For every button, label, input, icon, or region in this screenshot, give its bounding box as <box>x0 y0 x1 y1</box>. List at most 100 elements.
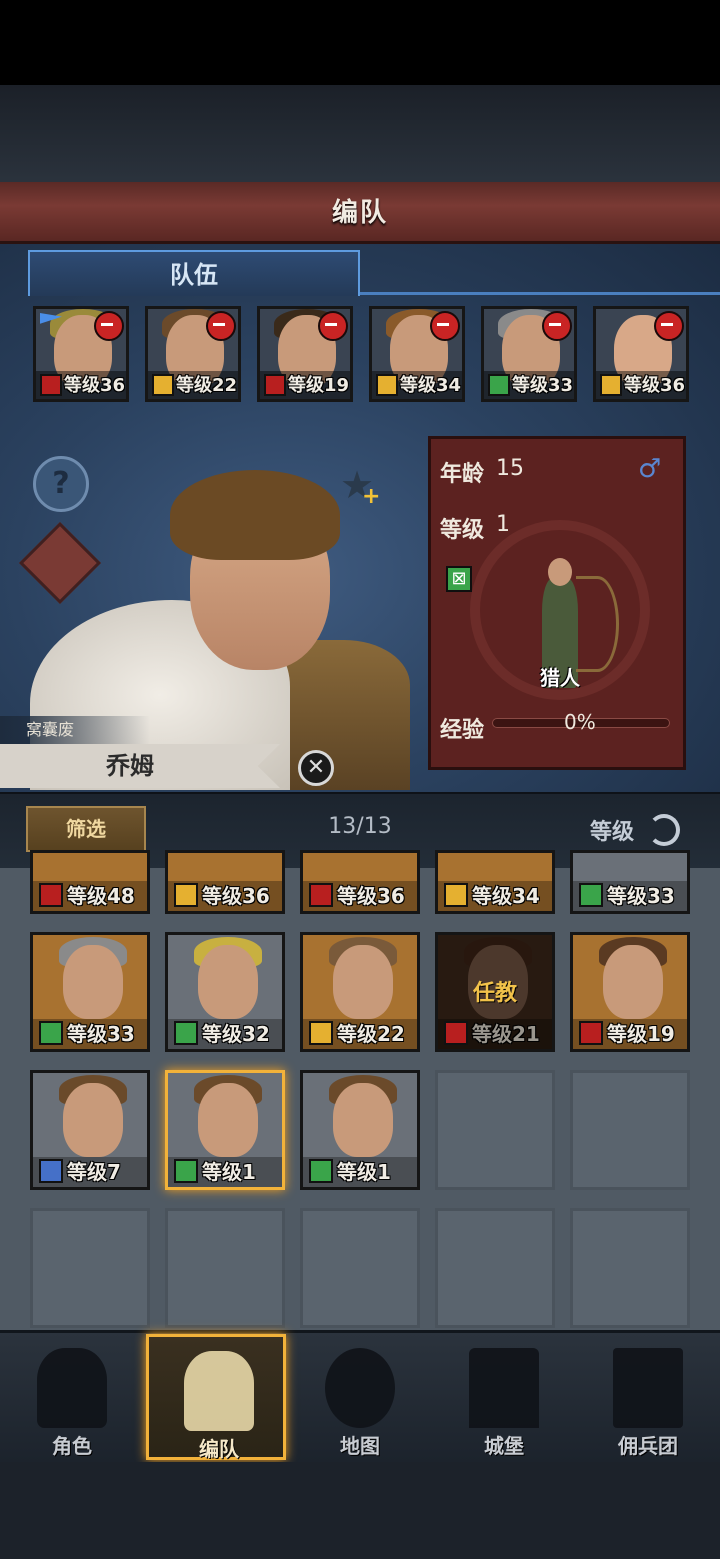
nav-mercenary[interactable]: 佣兵团 <box>578 1334 718 1460</box>
remove-icon[interactable] <box>94 311 124 341</box>
nav-label: 角色 <box>52 1434 92 1458</box>
dismiss-button[interactable]: ✕ <box>298 750 334 786</box>
help-button[interactable]: ? <box>33 456 89 512</box>
nav-map[interactable]: 地图 <box>290 1334 430 1460</box>
class-icon <box>39 1021 63 1045</box>
level-label: 等级 <box>440 518 485 543</box>
roster-card[interactable]: 等级1 <box>300 1070 420 1190</box>
roster-card[interactable]: 等级36 <box>300 850 420 914</box>
remove-icon[interactable] <box>542 311 572 341</box>
mission-status: 任教 <box>472 981 517 1006</box>
roster-card[interactable]: 等级7 <box>30 1070 150 1190</box>
roster-card[interactable]: 任教 等级21 <box>435 932 555 1052</box>
roster-card[interactable]: 等级34 <box>435 850 555 914</box>
team-slot[interactable]: 等级34 <box>369 306 465 402</box>
remove-icon[interactable] <box>206 311 236 341</box>
empty-slot <box>300 1208 420 1328</box>
team-slot[interactable]: 等级36 <box>33 306 129 402</box>
level-label: 等级22 <box>337 1022 405 1046</box>
class-icon <box>174 1021 198 1045</box>
team-slot[interactable]: 等级36 <box>593 306 689 402</box>
class-icon <box>579 1021 603 1045</box>
nav-label: 城堡 <box>484 1434 524 1458</box>
level-label: 等级21 <box>472 1022 540 1046</box>
hero-hair <box>170 470 340 560</box>
roster-card[interactable]: 等级19 <box>570 932 690 1052</box>
team-slot[interactable]: 等级22 <box>145 306 241 402</box>
empty-slot <box>30 1208 150 1328</box>
exp-value: 0% <box>564 710 596 734</box>
portrait <box>333 1083 393 1157</box>
class-icon <box>39 883 63 907</box>
level-label: 等级1 <box>337 1160 391 1184</box>
portrait <box>603 945 663 1019</box>
nav-formation[interactable]: 编队 <box>146 1334 286 1461</box>
level-label: 等级32 <box>202 1022 270 1046</box>
helmet-icon <box>184 1351 254 1431</box>
compass-icon <box>325 1348 395 1428</box>
class-icon <box>264 374 286 396</box>
level-label: 等级33 <box>607 884 675 908</box>
level-label: 等级33 <box>67 1022 135 1046</box>
roster-card[interactable]: 等级48 <box>30 850 150 914</box>
remove-icon[interactable] <box>654 311 684 341</box>
class-icon <box>579 883 603 907</box>
level-label: 等级36 <box>337 884 405 908</box>
level-label: 等级33 <box>512 375 574 396</box>
filter-button[interactable]: 筛选 <box>26 806 146 852</box>
empty-slot <box>570 1070 690 1190</box>
portrait <box>333 945 393 1019</box>
background <box>0 85 720 185</box>
roster-card[interactable]: 等级33 <box>30 932 150 1052</box>
remove-icon[interactable] <box>318 311 348 341</box>
level-label: 等级36 <box>64 375 126 396</box>
class-icon <box>444 883 468 907</box>
level-label: 等级19 <box>288 375 350 396</box>
class-icon <box>39 1159 63 1183</box>
nav-roles[interactable]: 角色 <box>2 1334 142 1460</box>
page-title: 编队 <box>331 198 388 228</box>
nav-label: 编队 <box>199 1437 239 1461</box>
class-icon <box>174 1159 198 1183</box>
castle-icon <box>469 1348 539 1428</box>
level-label: 等级1 <box>202 1160 256 1184</box>
roster-card[interactable]: 等级32 <box>165 932 285 1052</box>
empty-slot <box>435 1070 555 1190</box>
remove-icon[interactable] <box>430 311 460 341</box>
class-icon <box>376 374 398 396</box>
roster-card[interactable]: 等级33 <box>570 850 690 914</box>
portrait <box>63 1083 123 1157</box>
empty-slot <box>165 1208 285 1328</box>
sort-button[interactable]: 等级 <box>590 814 634 846</box>
tab-team[interactable]: 队伍 <box>28 250 360 296</box>
level-label: 等级19 <box>607 1022 675 1046</box>
team-slot[interactable]: 等级19 <box>257 306 353 402</box>
level-label: 等级7 <box>67 1160 121 1184</box>
age-label: 年龄 <box>440 462 485 487</box>
portrait <box>63 945 123 1019</box>
level-label: 等级36 <box>202 884 270 908</box>
refresh-icon[interactable] <box>648 814 680 846</box>
class-icon <box>174 883 198 907</box>
level-label: 等级22 <box>176 375 238 396</box>
hero-name[interactable]: 乔姆 <box>0 744 260 788</box>
roster-card[interactable]: 等级36 <box>165 850 285 914</box>
class-icon <box>309 1021 333 1045</box>
male-icon: ♂ <box>638 454 662 484</box>
roster-card-selected[interactable]: 等级1 <box>165 1070 285 1190</box>
class-icon <box>444 1021 468 1045</box>
class-icon <box>309 883 333 907</box>
team-slot[interactable]: 等级33 <box>481 306 577 402</box>
nav-label: 佣兵团 <box>618 1434 678 1458</box>
nav-castle[interactable]: 城堡 <box>434 1334 574 1460</box>
roster-count: 13/13 <box>328 814 392 839</box>
empty-slot <box>570 1208 690 1328</box>
class-icon <box>309 1159 333 1183</box>
level-label: 等级34 <box>472 884 540 908</box>
class-icon <box>152 374 174 396</box>
roster-card[interactable]: 等级22 <box>300 932 420 1052</box>
nav-label: 地图 <box>340 1434 380 1458</box>
level-value: 1 <box>496 512 510 537</box>
tab-divider <box>358 292 720 295</box>
empty-slot <box>435 1208 555 1328</box>
